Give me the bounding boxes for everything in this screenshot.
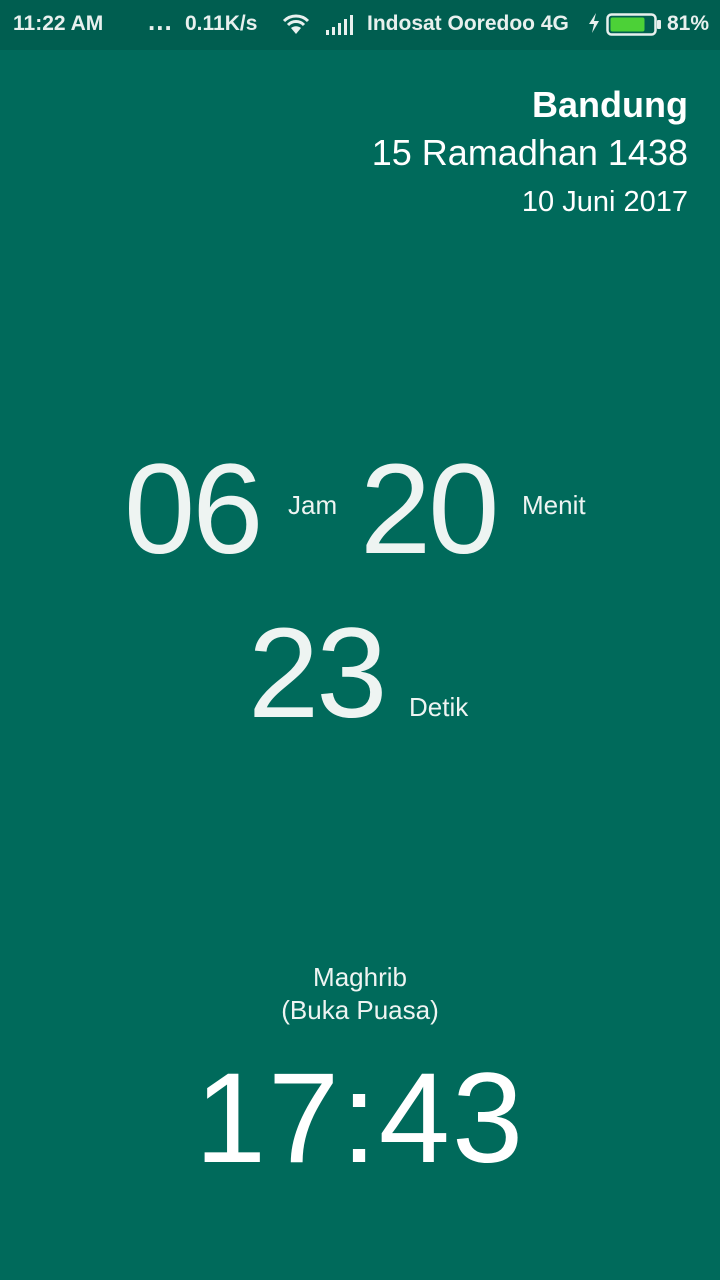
notification-dots: ... — [148, 6, 173, 36]
status-bar: 11:22 AM ... 0.11K/s Indosat Ooredoo 4G … — [0, 0, 720, 50]
hijri-date: 15 Ramadhan 1438 — [371, 132, 688, 173]
wifi-icon — [282, 14, 310, 34]
countdown-minutes: 20 — [360, 438, 499, 581]
network-speed: 0.11K/s — [185, 12, 258, 35]
gregorian-date: 10 Juni 2017 — [521, 186, 688, 218]
countdown-minutes-label: Menit — [522, 490, 586, 520]
countdown-seconds-label: Detik — [409, 692, 469, 722]
charging-icon — [589, 13, 599, 33]
carrier-name: Indosat Ooredoo 4G — [367, 12, 569, 35]
location-name: Bandung — [532, 84, 688, 125]
next-prayer-time: 17:43 — [194, 1047, 526, 1190]
countdown-hours: 06 — [124, 438, 263, 581]
next-prayer-subtitle: (Buka Puasa) — [281, 995, 439, 1025]
status-time: 11:22 AM — [13, 12, 104, 35]
next-prayer-name: Maghrib — [313, 962, 407, 992]
signal-icon — [326, 15, 353, 35]
countdown-hours-label: Jam — [288, 490, 338, 520]
battery-percent: 81% — [667, 12, 710, 35]
countdown-seconds: 23 — [248, 602, 387, 745]
battery-icon — [606, 13, 661, 36]
